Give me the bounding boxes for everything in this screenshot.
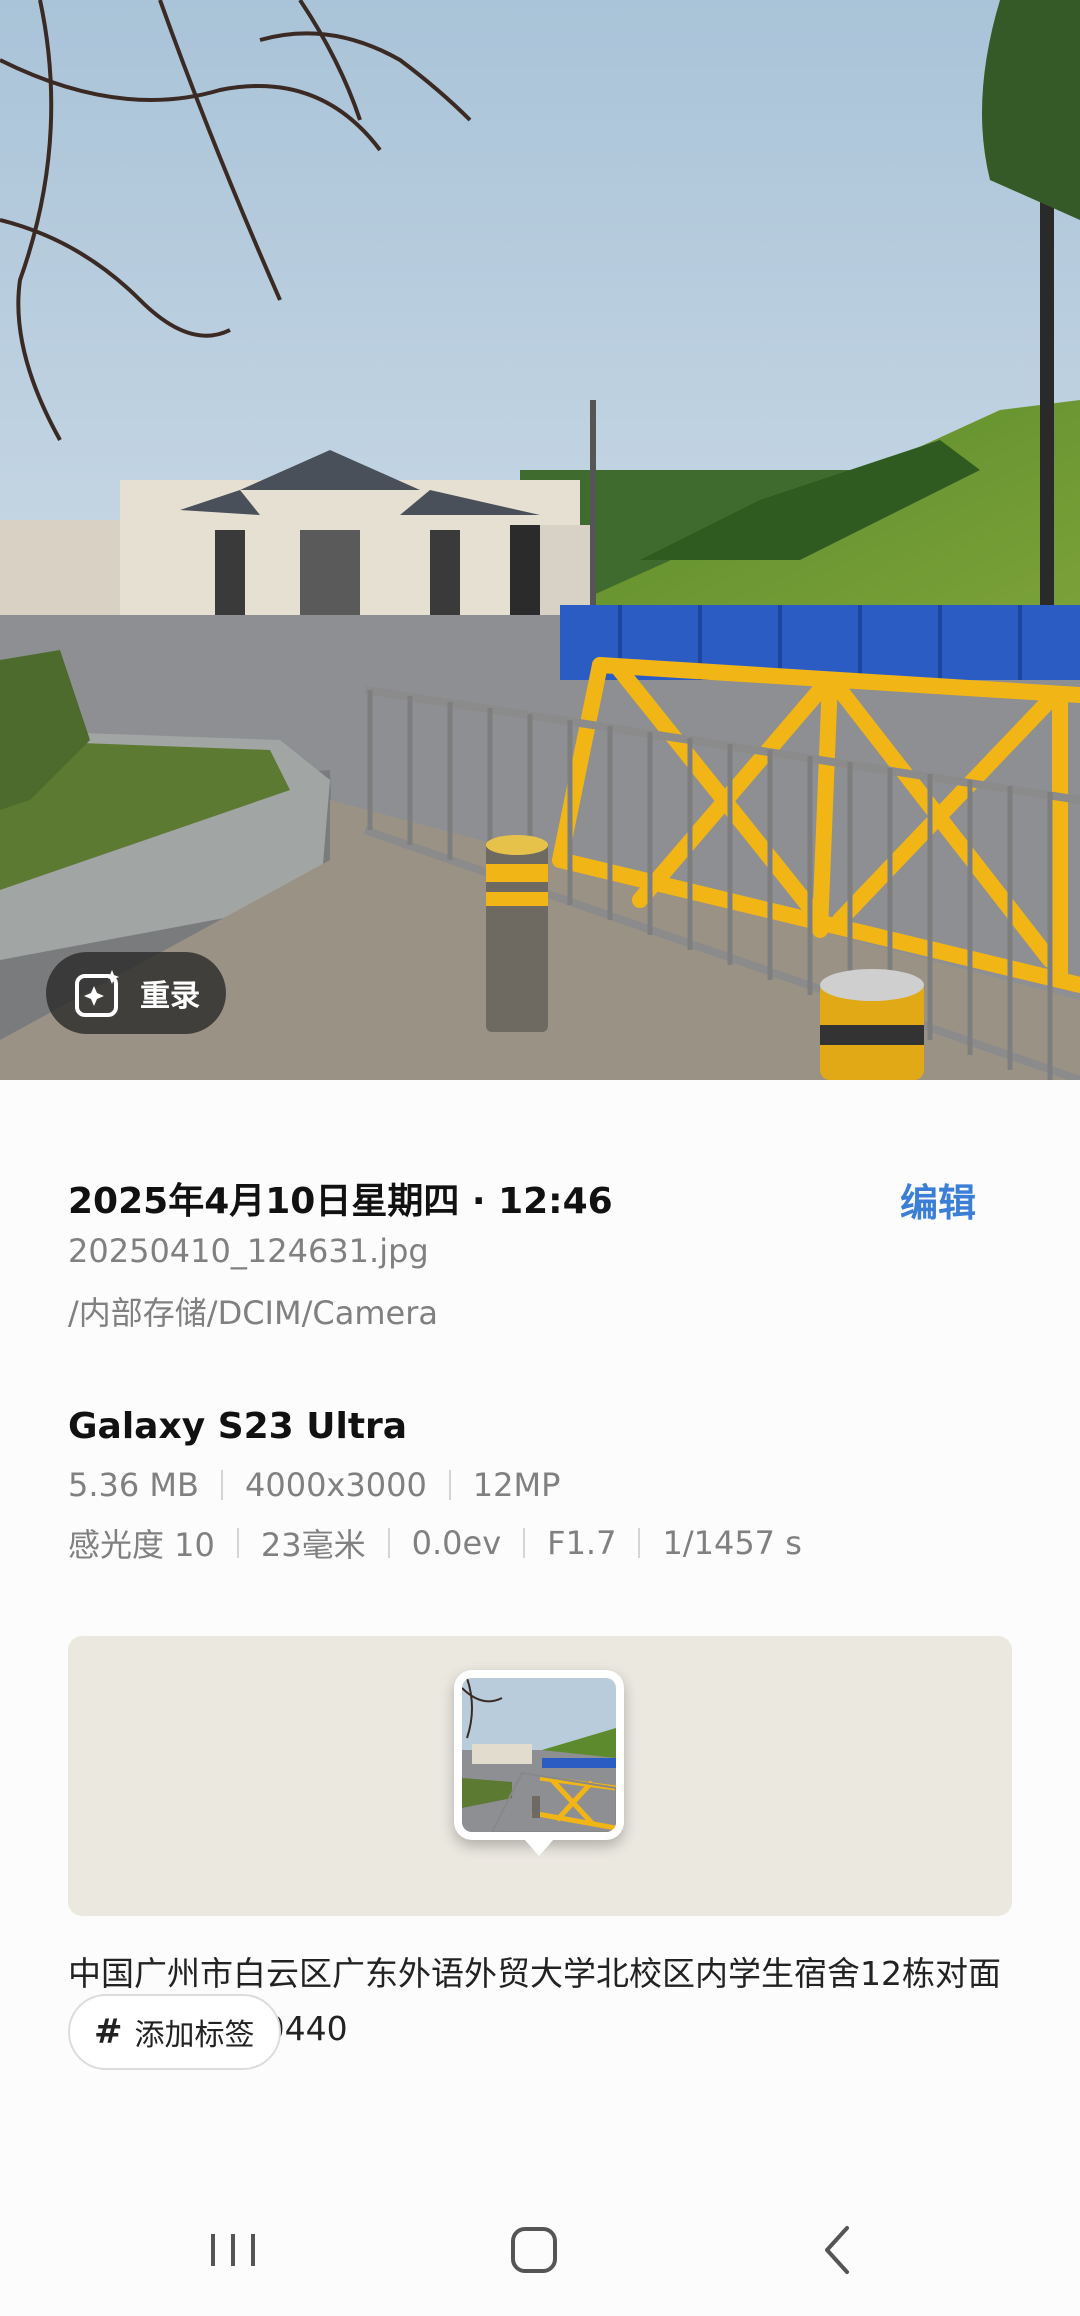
resolution: 4000x3000	[244, 1466, 427, 1504]
divider	[220, 1470, 223, 1500]
photo-image	[0, 0, 1080, 1080]
photo-thumbnail	[462, 1678, 616, 1832]
shutter-speed: 1/1457 s	[662, 1524, 802, 1562]
file-size: 5.36 MB	[68, 1466, 199, 1504]
home-icon	[511, 2227, 557, 2273]
sparkle-frame-icon	[75, 970, 119, 1017]
add-tag-button[interactable]: # 添加标签	[68, 1994, 281, 2070]
divider	[387, 1528, 390, 1558]
location-map[interactable]	[68, 1636, 1012, 1916]
remaster-label: 重录	[140, 979, 200, 1014]
photo-details-screen: 重录 2025年4月10日星期四 · 12:46 编辑 20250410_124…	[0, 0, 1080, 2316]
device-name: Galaxy S23 Ultra	[68, 1406, 408, 1447]
file-specs-row: 5.36 MB 4000x3000 12MP	[68, 1466, 560, 1504]
file-path: /内部存储/DCIM/Camera	[68, 1294, 438, 1332]
map-photo-pin[interactable]	[454, 1670, 624, 1856]
home-button[interactable]	[494, 2214, 574, 2286]
exposure-value: 0.0ev	[411, 1524, 502, 1562]
divider	[523, 1528, 526, 1558]
back-button[interactable]	[797, 2214, 877, 2286]
remaster-button[interactable]: 重录	[46, 952, 226, 1034]
megapixels: 12MP	[472, 1466, 561, 1504]
camera-specs-row: 感光度 10 23毫米 0.0ev F1.7 1/1457 s	[68, 1520, 802, 1566]
recent-apps-icon	[211, 2234, 255, 2266]
aperture: F1.7	[547, 1524, 617, 1562]
divider	[448, 1470, 451, 1500]
system-navigation-bar	[0, 2184, 1080, 2316]
iso: 感光度 10	[68, 1526, 215, 1564]
divider	[638, 1528, 641, 1558]
photo-datetime: 2025年4月10日星期四 · 12:46	[68, 1181, 613, 1222]
file-name: 20250410_124631.jpg	[68, 1232, 429, 1270]
back-icon	[825, 2226, 849, 2274]
photo-viewer[interactable]: 重录	[0, 0, 1080, 1080]
edit-button[interactable]: 编辑	[900, 1172, 976, 1227]
recent-apps-button[interactable]	[193, 2214, 273, 2286]
focal-length: 23毫米	[260, 1526, 366, 1564]
add-tag-label: 添加标签	[134, 2018, 255, 2053]
divider	[236, 1528, 239, 1558]
hash-icon: #	[94, 2012, 123, 2052]
